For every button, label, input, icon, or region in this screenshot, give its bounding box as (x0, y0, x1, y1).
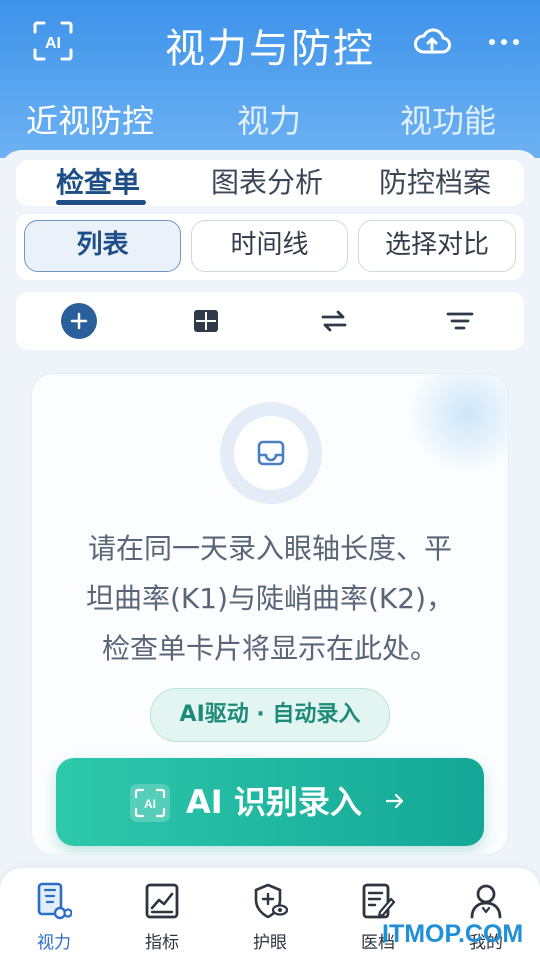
subtab-indicator (56, 200, 146, 205)
subtab-chart-analysis[interactable]: 图表分析 (211, 164, 323, 202)
inbox-icon-circle (234, 416, 308, 490)
empty-state-line-2: 坦曲率(K1)与陡峭曲率(K2)， (85, 582, 455, 615)
nav-item-metrics[interactable]: 指标 (108, 868, 216, 960)
profile-icon (470, 884, 502, 919)
swap-icon[interactable] (316, 303, 352, 339)
empty-state-line-1: 请在同一天录入眼轴长度、平 (87, 532, 452, 565)
inbox-icon-ring (220, 402, 322, 504)
nav-label-vision: 视力 (37, 933, 71, 953)
ai-button-icon-text: AI (144, 797, 156, 811)
nav-item-eye-care[interactable]: 护眼 (216, 868, 324, 960)
more-icon[interactable] (484, 22, 524, 62)
subtab-checklist[interactable]: 检查单 (56, 164, 140, 202)
nav-label-metrics: 指标 (145, 933, 179, 953)
tab-vision[interactable]: 视力 (237, 96, 301, 146)
ai-button-label: AI 识别录入 (186, 783, 362, 821)
inbox-icon (257, 440, 285, 466)
empty-state-line-3: 检查单卡片将显示在此处。 (101, 632, 438, 665)
cloud-upload-icon[interactable] (412, 24, 452, 60)
view-compare-button[interactable]: 选择对比 (358, 220, 516, 272)
toolbar (16, 292, 524, 350)
view-list-button[interactable]: 列表 (24, 220, 181, 272)
empty-state-card: 请在同一天录入眼轴长度、平 坦曲率(K1)与陡峭曲率(K2)， 检查单卡片将显示… (31, 373, 509, 855)
app-header: AI 视力与防控 近视防控 视力 视功能 (0, 0, 540, 158)
sub-tabs: 检查单 图表分析 防控档案 (16, 160, 524, 206)
tab-visual-function[interactable]: 视功能 (400, 96, 496, 146)
view-timeline-button[interactable]: 时间线 (191, 220, 348, 272)
eye-chart-icon (37, 882, 72, 920)
top-bar: AI 视力与防控 (0, 0, 540, 88)
eye-shield-icon (254, 883, 288, 919)
tab-myopia-control[interactable]: 近视防控 (26, 96, 154, 146)
main-tabs: 近视防控 视力 视功能 (0, 92, 540, 154)
ai-driven-badge: AI驱动 · 自动录入 (150, 688, 390, 742)
watermark: ITMOP.COM (382, 920, 524, 948)
add-icon[interactable] (61, 303, 97, 339)
arrow-right-icon (385, 793, 404, 809)
card-glow (408, 374, 508, 474)
ai-recognize-entry-button[interactable]: AI AI 识别录入 (56, 758, 484, 846)
page-title: 视力与防控 (165, 26, 375, 72)
grid-icon[interactable] (188, 303, 224, 339)
empty-state-message: 请在同一天录入眼轴长度、平 坦曲率(K1)与陡峭曲率(K2)， 检查单卡片将显示… (52, 524, 488, 674)
ai-scan-icon: AI (130, 784, 170, 822)
view-mode-row: 列表 时间线 选择对比 (16, 214, 524, 280)
nav-item-vision[interactable]: 视力 (0, 868, 108, 960)
subtab-control-records[interactable]: 防控档案 (379, 164, 491, 202)
nav-label-eye-care: 护眼 (253, 933, 287, 953)
filter-icon[interactable] (442, 303, 478, 339)
medical-record-icon (362, 883, 396, 919)
trend-chart-icon (145, 883, 179, 919)
